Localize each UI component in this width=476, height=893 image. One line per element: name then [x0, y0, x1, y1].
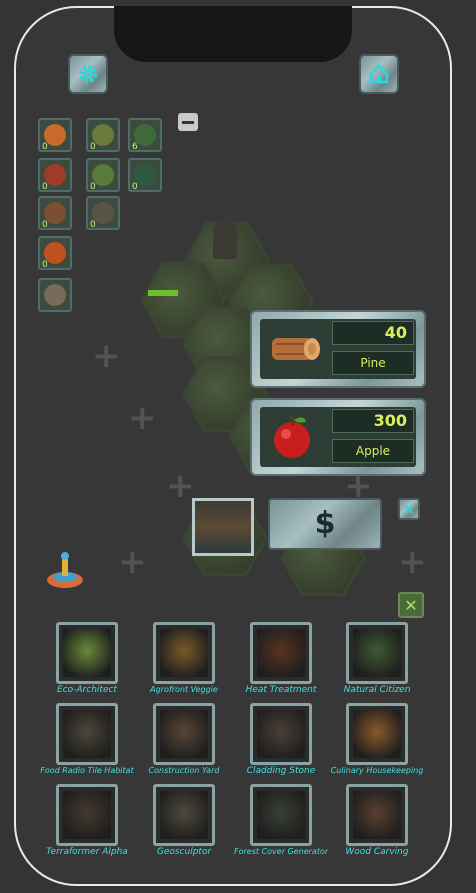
building-tile[interactable]	[346, 622, 408, 684]
building-tile[interactable]	[56, 784, 118, 846]
building-label: Forest Cover Generator	[234, 847, 328, 856]
building-label: Construction Yard	[148, 766, 220, 775]
building-image	[257, 710, 305, 758]
resource-card-apple: 300 Apple	[250, 398, 426, 476]
inventory-slot[interactable]: 0	[128, 158, 162, 192]
resource-card-pine: 40 Pine	[250, 310, 426, 388]
slot-count: 0	[42, 182, 48, 192]
building-tile[interactable]	[153, 784, 215, 846]
log-icon	[266, 324, 322, 374]
home-icon	[369, 64, 389, 84]
add-tile-button[interactable]: +	[128, 401, 157, 435]
inventory-slot[interactable]: 0	[38, 158, 72, 192]
building-label: Heat Treatment	[245, 685, 317, 695]
building-image	[160, 710, 208, 758]
slot-count: 0	[90, 142, 96, 152]
building-label: Cladding Stone	[246, 766, 316, 776]
building-tile[interactable]	[250, 703, 312, 765]
slot-count: 0	[90, 182, 96, 192]
building-label: Natural Citizen	[343, 685, 411, 695]
building-image	[63, 710, 111, 758]
add-tile-button[interactable]: +	[118, 545, 147, 579]
progress-bar	[148, 290, 178, 296]
apple-icon	[266, 412, 322, 462]
building-image	[353, 710, 401, 758]
slot-count: 6	[132, 142, 138, 152]
building-image	[63, 791, 111, 839]
inventory-slot[interactable]: 0	[38, 236, 72, 270]
slot-count: 0	[42, 260, 48, 270]
building-tile[interactable]	[346, 784, 408, 846]
slot-count: 0	[42, 142, 48, 152]
add-tile-button[interactable]: +	[166, 469, 195, 503]
building-image	[257, 791, 305, 839]
building-label: Culinary Housekeeping	[330, 766, 424, 775]
resource-value: 40	[332, 321, 414, 345]
add-tile-button[interactable]: +	[344, 469, 373, 503]
inventory-slot[interactable]	[38, 278, 72, 312]
resource-name: Pine	[332, 351, 414, 375]
building-image	[353, 791, 401, 839]
home-button[interactable]	[359, 54, 399, 94]
building-label: Terraformer Alpha	[46, 847, 128, 857]
building-tile[interactable]	[56, 622, 118, 684]
gear-icon	[79, 65, 97, 83]
building-label: Eco-Architect	[57, 685, 117, 695]
inventory-slot[interactable]: 0	[86, 158, 120, 192]
slot-count: 0	[132, 182, 138, 192]
building-tile[interactable]	[250, 622, 312, 684]
building-tile[interactable]	[250, 784, 312, 846]
slot-count: 0	[90, 220, 96, 230]
sell-button[interactable]: $	[268, 498, 382, 550]
resource-name: Apple	[332, 439, 414, 463]
building-tile[interactable]	[56, 703, 118, 765]
inventory-slot[interactable]: 0	[38, 196, 72, 230]
add-tile-button[interactable]: +	[92, 339, 121, 373]
building-label: Agrofront Veggie	[150, 685, 218, 694]
building-image	[160, 791, 208, 839]
inventory-slot[interactable]: 0	[86, 196, 120, 230]
add-tile-button[interactable]: +	[398, 545, 427, 579]
close-icon: ✕	[402, 499, 416, 519]
resource-value: 300	[332, 409, 414, 433]
slot-count: 0	[42, 220, 48, 230]
dollar-icon: $	[314, 506, 336, 541]
collapse-inventory-button[interactable]	[178, 113, 198, 131]
building-image	[257, 629, 305, 677]
building-tile[interactable]	[153, 622, 215, 684]
close-button[interactable]: ✕	[398, 498, 420, 520]
selected-building-image[interactable]	[192, 498, 254, 556]
close-icon: ✕	[404, 595, 418, 615]
building-tile[interactable]	[346, 703, 408, 765]
building-tile[interactable]	[153, 703, 215, 765]
building-image	[160, 629, 208, 677]
building-label: Food Radio Tile Habitat	[40, 766, 134, 775]
inventory-slot[interactable]: 0	[38, 118, 72, 152]
cancel-button[interactable]: ✕	[398, 592, 424, 618]
phone-notch	[114, 6, 352, 62]
crate-icon	[44, 284, 66, 306]
building-image	[63, 629, 111, 677]
settings-button[interactable]	[68, 54, 108, 94]
building-label: Geosculptor	[156, 847, 212, 857]
inventory-slot[interactable]: 0	[86, 118, 120, 152]
building-label: Wood Carving	[345, 847, 409, 857]
inventory-slot[interactable]: 6	[128, 118, 162, 152]
building-image	[353, 629, 401, 677]
fountain-icon[interactable]	[44, 548, 86, 590]
